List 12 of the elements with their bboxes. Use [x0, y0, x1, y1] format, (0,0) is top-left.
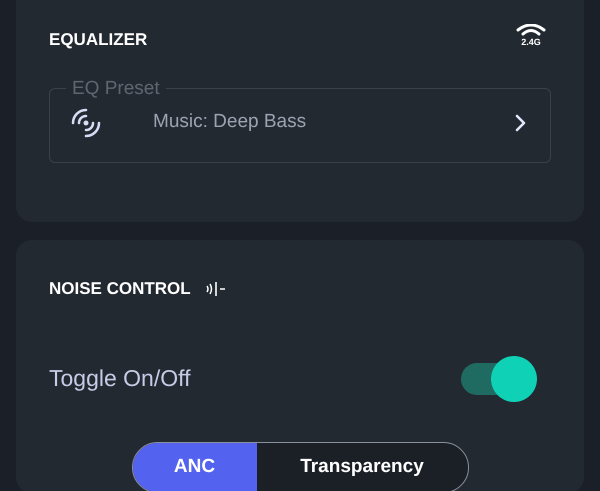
- mode-tab[interactable]: Transparency: [256, 442, 468, 491]
- preset-value: Music: Deep Bass: [153, 110, 306, 134]
- toggle-switch[interactable]: [461, 356, 537, 402]
- wifi-icon: [515, 24, 547, 38]
- chevron-right-icon: [514, 112, 528, 132]
- toggle-label: Toggle On/Off: [49, 364, 190, 394]
- eq-preset-field[interactable]: EQ Preset Music: Deep Bass: [49, 78, 551, 162]
- section-title: NOISE CONTROL: [49, 278, 191, 300]
- field-label: EQ Preset: [71, 78, 161, 98]
- band-label: 2.4G: [521, 38, 541, 47]
- mode-tab[interactable]: ANC: [132, 442, 256, 491]
- section-title: EQUALIZER: [49, 29, 148, 51]
